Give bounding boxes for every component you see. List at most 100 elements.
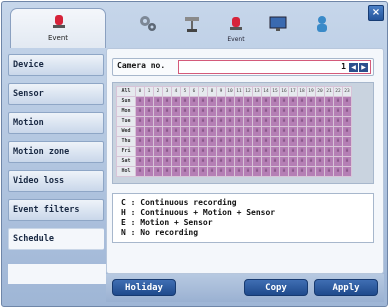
schedule-cell[interactable]: H: [234, 166, 244, 177]
schedule-cell[interactable]: H: [261, 156, 271, 167]
schedule-cell[interactable]: H: [306, 106, 316, 117]
schedule-cell[interactable]: H: [180, 106, 190, 117]
schedule-cell[interactable]: H: [288, 136, 298, 147]
schedule-cell[interactable]: H: [324, 126, 334, 137]
schedule-cell[interactable]: H: [207, 106, 217, 117]
schedule-cell[interactable]: H: [207, 96, 217, 107]
hour-header[interactable]: 1: [144, 86, 154, 97]
schedule-cell[interactable]: H: [306, 166, 316, 177]
day-header[interactable]: Wed: [116, 126, 136, 137]
schedule-cell[interactable]: H: [180, 146, 190, 157]
schedule-cell[interactable]: H: [162, 116, 172, 127]
schedule-cell[interactable]: H: [207, 136, 217, 147]
hour-header[interactable]: 19: [306, 86, 316, 97]
schedule-cell[interactable]: H: [207, 116, 217, 127]
schedule-cell[interactable]: H: [333, 166, 343, 177]
schedule-cell[interactable]: H: [135, 136, 145, 147]
schedule-cell[interactable]: H: [180, 156, 190, 167]
holiday-button[interactable]: Holiday: [112, 279, 176, 296]
schedule-cell[interactable]: H: [288, 146, 298, 157]
schedule-cell[interactable]: H: [162, 166, 172, 177]
schedule-cell[interactable]: H: [324, 146, 334, 157]
hour-header[interactable]: 4: [171, 86, 181, 97]
schedule-cell[interactable]: H: [153, 106, 163, 117]
schedule-cell[interactable]: H: [243, 166, 253, 177]
day-header[interactable]: Thu: [116, 136, 136, 147]
hour-header[interactable]: 15: [270, 86, 280, 97]
schedule-cell[interactable]: H: [198, 106, 208, 117]
schedule-cell[interactable]: H: [342, 106, 352, 117]
schedule-cell[interactable]: H: [279, 146, 289, 157]
display-icon[interactable]: [268, 14, 288, 34]
sidebar-item-video-loss[interactable]: Video loss: [8, 170, 104, 192]
hour-header[interactable]: 5: [180, 86, 190, 97]
schedule-cell[interactable]: H: [234, 106, 244, 117]
hour-header[interactable]: 22: [333, 86, 343, 97]
schedule-cell[interactable]: H: [135, 126, 145, 137]
schedule-cell[interactable]: H: [135, 116, 145, 127]
schedule-cell[interactable]: H: [270, 116, 280, 127]
schedule-cell[interactable]: H: [333, 116, 343, 127]
camera-number-field[interactable]: 1 ◀ ▶: [178, 60, 371, 74]
schedule-cell[interactable]: H: [144, 156, 154, 167]
schedule-cell[interactable]: H: [225, 156, 235, 167]
schedule-cell[interactable]: H: [315, 146, 325, 157]
schedule-cell[interactable]: H: [288, 166, 298, 177]
schedule-cell[interactable]: H: [306, 136, 316, 147]
hour-header[interactable]: 21: [324, 86, 334, 97]
schedule-cell[interactable]: H: [297, 156, 307, 167]
schedule-cell[interactable]: H: [180, 96, 190, 107]
schedule-cell[interactable]: H: [153, 156, 163, 167]
schedule-cell[interactable]: H: [225, 116, 235, 127]
schedule-cell[interactable]: H: [306, 156, 316, 167]
schedule-cell[interactable]: H: [189, 106, 199, 117]
hour-header[interactable]: 8: [207, 86, 217, 97]
schedule-cell[interactable]: H: [315, 116, 325, 127]
schedule-cell[interactable]: H: [225, 166, 235, 177]
schedule-cell[interactable]: H: [261, 96, 271, 107]
schedule-cell[interactable]: H: [153, 166, 163, 177]
schedule-cell[interactable]: H: [333, 156, 343, 167]
schedule-cell[interactable]: H: [324, 156, 334, 167]
schedule-cell[interactable]: H: [234, 146, 244, 157]
sidebar-item-device[interactable]: Device: [8, 54, 104, 76]
schedule-cell[interactable]: H: [162, 126, 172, 137]
schedule-cell[interactable]: H: [180, 166, 190, 177]
schedule-cell[interactable]: H: [324, 136, 334, 147]
camera-icon[interactable]: [182, 14, 202, 34]
schedule-cell[interactable]: H: [306, 146, 316, 157]
day-header[interactable]: Sun: [116, 96, 136, 107]
hour-header[interactable]: 7: [198, 86, 208, 97]
schedule-cell[interactable]: H: [153, 116, 163, 127]
schedule-cell[interactable]: H: [324, 106, 334, 117]
schedule-cell[interactable]: H: [297, 146, 307, 157]
schedule-cell[interactable]: H: [207, 166, 217, 177]
schedule-cell[interactable]: H: [135, 96, 145, 107]
day-header[interactable]: Mon: [116, 106, 136, 117]
schedule-cell[interactable]: H: [261, 106, 271, 117]
schedule-cell[interactable]: H: [162, 136, 172, 147]
schedule-cell[interactable]: H: [252, 126, 262, 137]
schedule-cell[interactable]: H: [315, 106, 325, 117]
apply-button[interactable]: Apply: [314, 279, 378, 296]
schedule-cell[interactable]: H: [333, 96, 343, 107]
schedule-cell[interactable]: H: [135, 106, 145, 117]
schedule-cell[interactable]: H: [189, 96, 199, 107]
schedule-cell[interactable]: H: [279, 136, 289, 147]
schedule-cell[interactable]: H: [252, 166, 262, 177]
schedule-cell[interactable]: H: [243, 126, 253, 137]
schedule-cell[interactable]: H: [252, 96, 262, 107]
schedule-cell[interactable]: H: [216, 126, 226, 137]
schedule-cell[interactable]: H: [324, 116, 334, 127]
schedule-cell[interactable]: H: [342, 96, 352, 107]
schedule-cell[interactable]: H: [189, 156, 199, 167]
schedule-cell[interactable]: H: [162, 106, 172, 117]
schedule-cell[interactable]: H: [144, 166, 154, 177]
schedule-cell[interactable]: H: [225, 146, 235, 157]
schedule-cell[interactable]: H: [171, 166, 181, 177]
hour-header[interactable]: 18: [297, 86, 307, 97]
hour-header[interactable]: 13: [252, 86, 262, 97]
schedule-cell[interactable]: H: [342, 156, 352, 167]
schedule-cell[interactable]: H: [270, 166, 280, 177]
schedule-cell[interactable]: H: [333, 126, 343, 137]
